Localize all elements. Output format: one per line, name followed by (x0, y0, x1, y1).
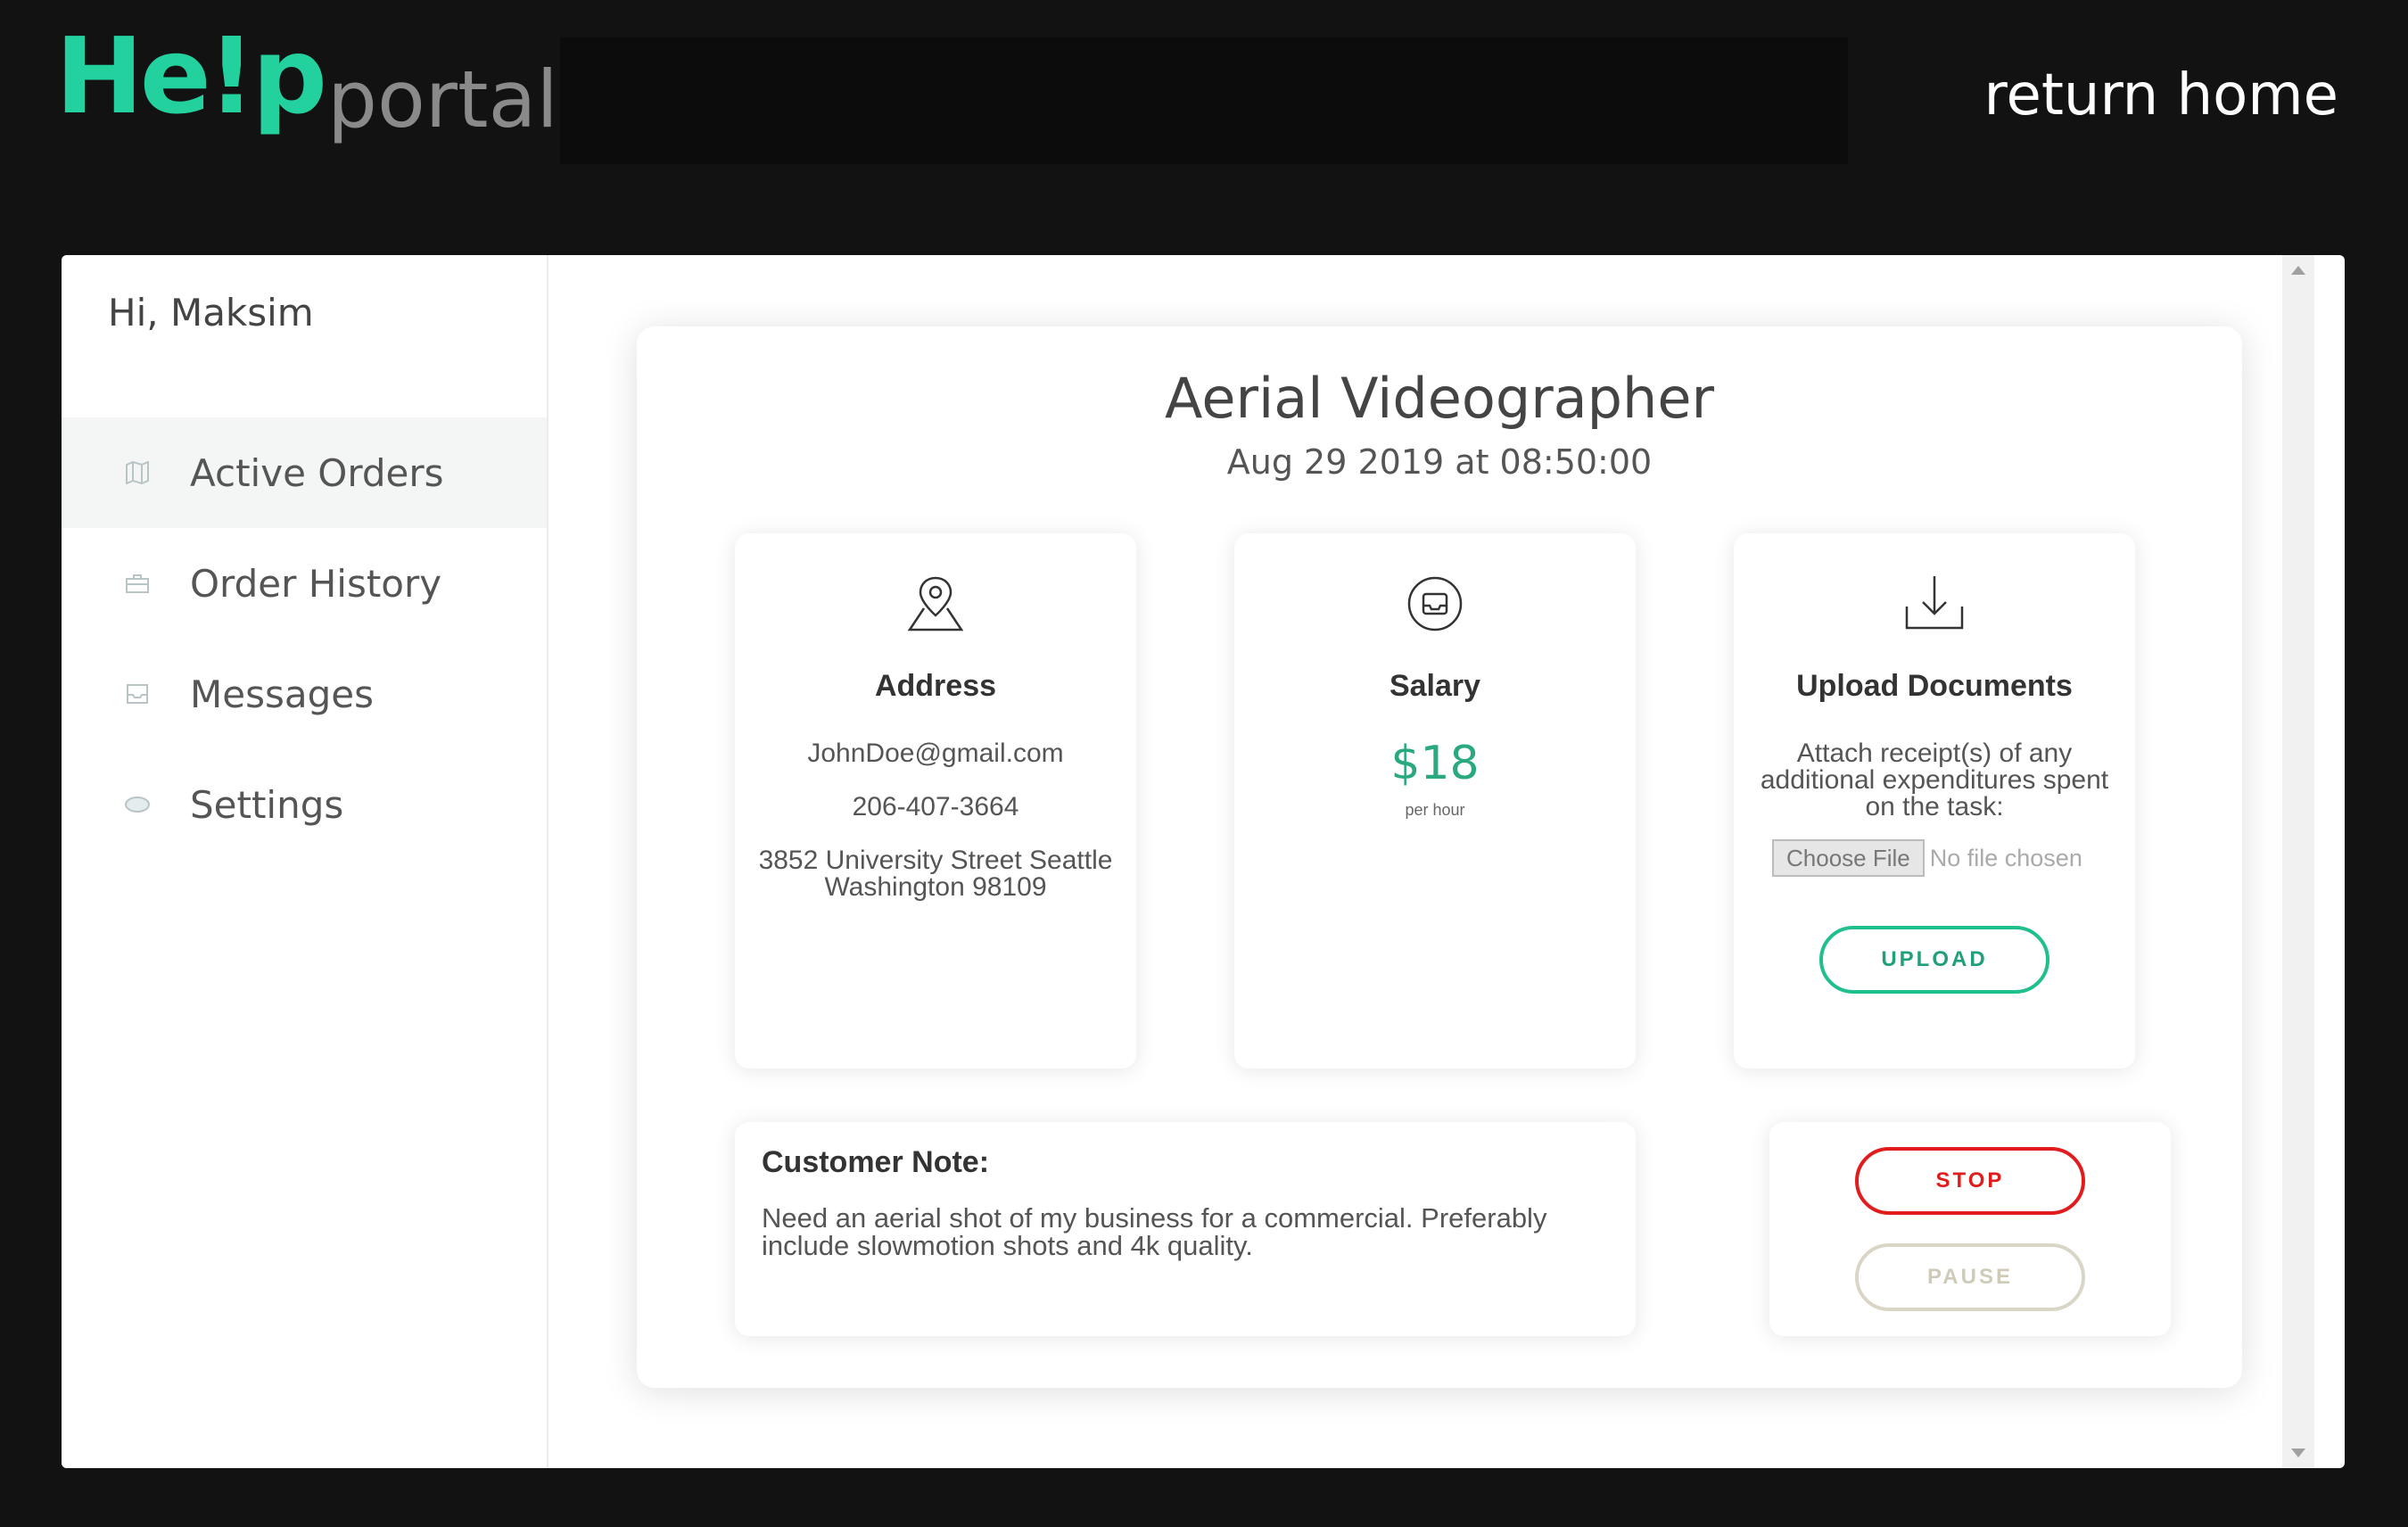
header-search-area (560, 37, 1848, 164)
order-date: Aug 29 2019 at 08:50:00 (1226, 442, 1653, 482)
sidebar-item-label: Settings (190, 782, 344, 827)
pause-button[interactable]: PAUSE (1855, 1243, 2085, 1311)
scrollbar[interactable] (2282, 255, 2314, 1468)
main-content: Aerial Videographer Aug 29 2019 at 08:50… (548, 255, 2314, 1468)
order-controls-card: STOP PAUSE (1769, 1122, 2171, 1336)
salary-title: Salary (1389, 669, 1481, 703)
order-title: Aerial Videographer (1165, 366, 1714, 431)
file-input[interactable]: Choose File No file chosen (1772, 839, 2082, 877)
map-icon (124, 459, 151, 486)
salary-card: Salary $18 per hour (1234, 533, 1636, 1069)
upload-button[interactable]: UPLOAD (1819, 926, 2049, 994)
customer-note-card: Customer Note: Need an aerial shot of my… (735, 1122, 1636, 1336)
salary-amount: $18 (1390, 737, 1480, 790)
upload-description: Attach receipt(s) of any additional expe… (1760, 739, 2109, 821)
download-icon (1905, 576, 1964, 630)
sidebar-item-active-orders[interactable]: Active Orders (62, 417, 547, 528)
customer-note-text: Need an aerial shot of my business for a… (762, 1202, 1547, 1261)
top-bar: He!p portal return home (0, 0, 2408, 205)
choose-file-button[interactable]: Choose File (1772, 839, 1925, 877)
customer-phone: 206-407-3664 (852, 792, 1019, 821)
logo[interactable]: He!p portal (55, 14, 558, 139)
scroll-down-arrow-icon[interactable] (2291, 1449, 2305, 1457)
salary-unit: per hour (1405, 801, 1465, 819)
scroll-up-arrow-icon[interactable] (2291, 266, 2305, 275)
address-title: Address (874, 669, 997, 703)
customer-email: JohnDoe@gmail.com (807, 739, 1064, 768)
logo-help-text: He!p (55, 14, 327, 137)
order-card: Aerial Videographer Aug 29 2019 at 08:50… (637, 326, 2242, 1388)
sidebar: Hi, Maksim Active Orders Order History M… (62, 255, 548, 1468)
file-status: No file chosen (1929, 844, 2082, 871)
inbox-icon (124, 681, 151, 707)
app-panel: Hi, Maksim Active Orders Order History M… (62, 255, 2345, 1468)
greeting: Hi, Maksim (108, 291, 314, 334)
sidebar-item-order-history[interactable]: Order History (62, 528, 547, 639)
return-home-link[interactable]: return home (1984, 62, 2338, 128)
sidebar-item-label: Order History (190, 561, 442, 606)
sidebar-item-label: Active Orders (190, 450, 444, 495)
logo-portal-text: portal (327, 54, 558, 145)
map-pin-icon (907, 576, 964, 631)
sidebar-item-settings[interactable]: Settings (62, 749, 547, 860)
eye-icon (124, 791, 151, 818)
inbox-circle-icon (1407, 576, 1463, 631)
customer-street-address: 3852 University Street Seattle Washingto… (758, 846, 1113, 902)
upload-title: Upload Documents (1796, 669, 2073, 703)
sidebar-item-label: Messages (190, 672, 374, 716)
stop-button[interactable]: STOP (1855, 1147, 2085, 1215)
briefcase-icon (124, 570, 151, 597)
address-card: Address JohnDoe@gmail.com 206-407-3664 3… (735, 533, 1136, 1069)
upload-documents-card: Upload Documents Attach receipt(s) of an… (1734, 533, 2135, 1069)
sidebar-item-messages[interactable]: Messages (62, 639, 547, 749)
customer-note-title: Customer Note: (762, 1145, 990, 1179)
